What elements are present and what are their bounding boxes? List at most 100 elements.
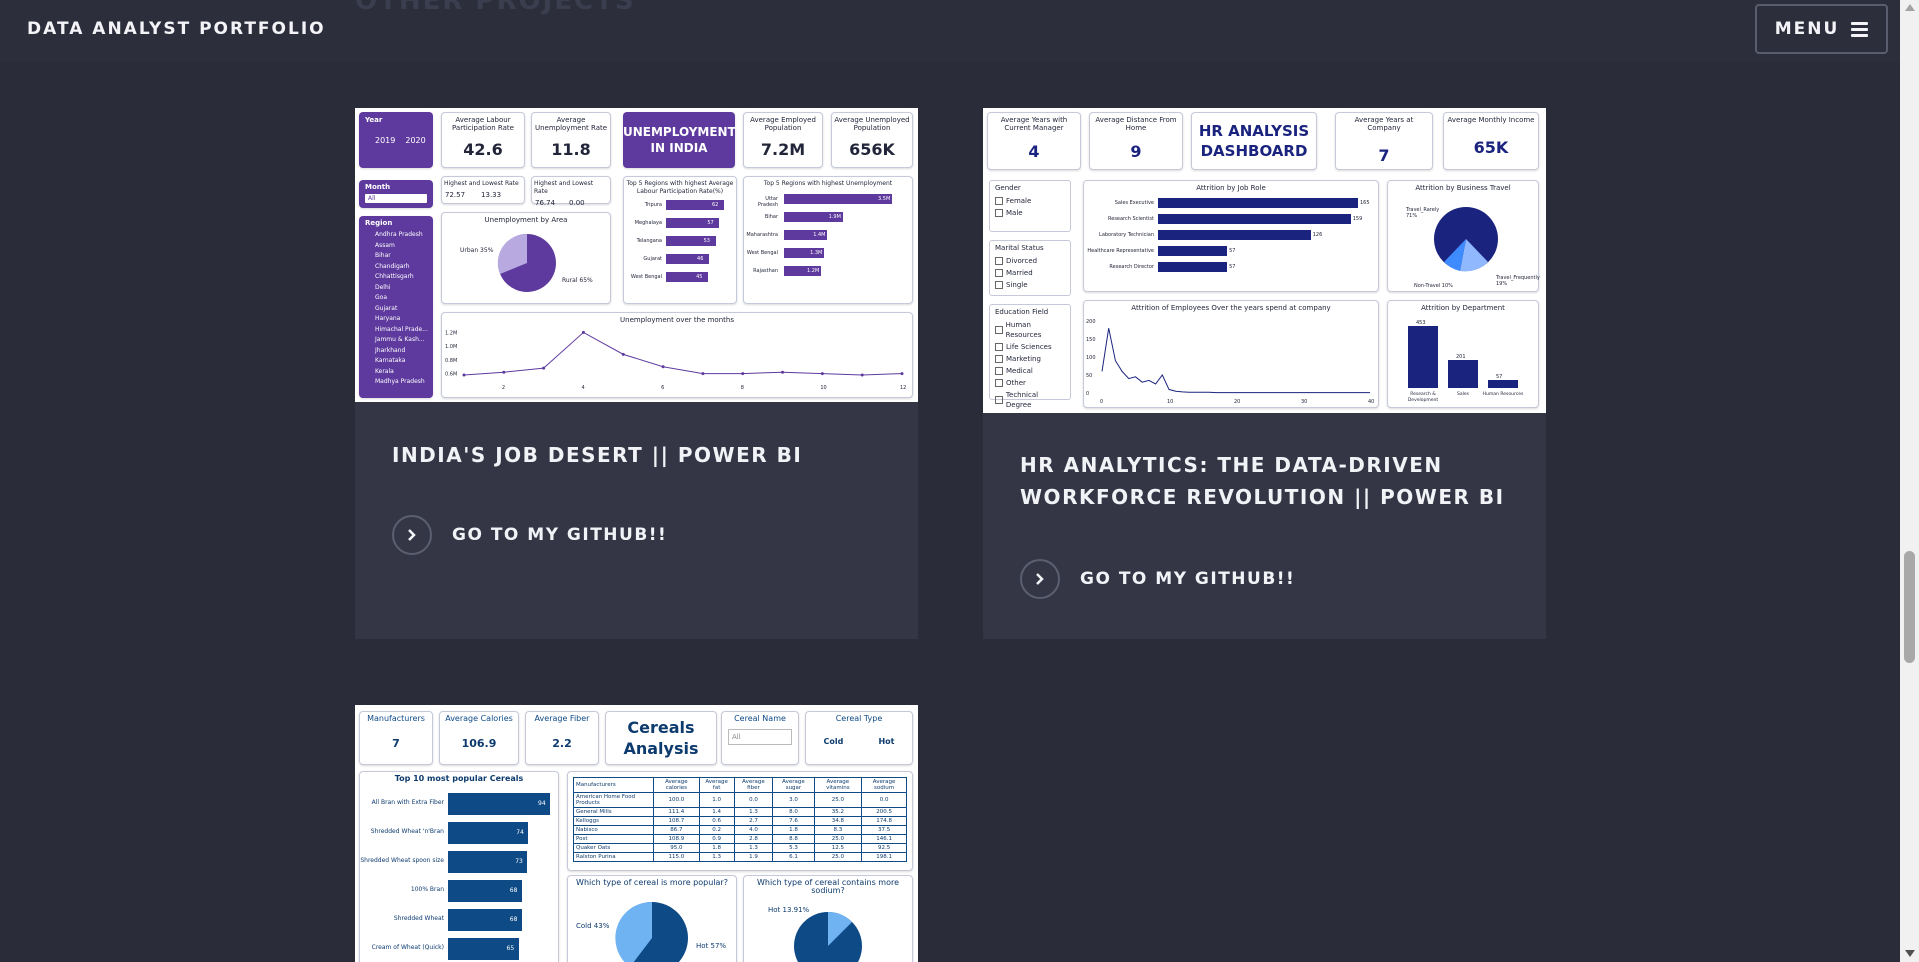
table-cell: 0.0 xyxy=(733,792,774,808)
table-header-row: Manufacturers Average calories Average fat… xyxy=(573,777,907,793)
hamburger-icon xyxy=(1851,21,1869,37)
slicer-option: Marketing xyxy=(990,353,1070,365)
x-tick-label: 2 xyxy=(502,385,505,391)
github-link[interactable]: GO TO MY GITHUB!! xyxy=(392,515,667,555)
option-label: Technical Degree xyxy=(1005,391,1039,409)
region-option: Karnataka xyxy=(375,357,406,364)
bar-label: Sales xyxy=(1457,392,1469,397)
region-option: Delhi xyxy=(375,283,391,291)
manufacturer-table-grid: Manufacturers Average calories Average fat… xyxy=(573,777,907,862)
table-cell: 37.5 xyxy=(861,825,907,835)
bar-value: 94 xyxy=(538,800,546,807)
table-cell: 115.0 xyxy=(653,852,700,862)
bar-label: Uttar Pradesh xyxy=(757,196,778,208)
gender-slicer: Gender Female Male xyxy=(989,180,1071,232)
table-cell: Kelloggs xyxy=(573,816,654,826)
project-card-cereals: Manufacturers 7 Average Calories 106.9 A… xyxy=(355,705,918,962)
checkbox xyxy=(995,355,1003,363)
x-tick-label: 10 xyxy=(820,385,826,391)
bar-label: Tripura xyxy=(644,202,662,208)
table-cell: 200.5 xyxy=(861,807,907,817)
region-option: Jammu & Kash... xyxy=(375,336,425,343)
scroll-up-icon[interactable] xyxy=(1905,4,1915,11)
bar-label: Research Director xyxy=(1109,264,1154,270)
bar-value: 53 xyxy=(703,238,710,244)
x-tick-label: 4 xyxy=(581,385,584,391)
bar xyxy=(1158,262,1228,272)
labour-high-low: Highest and Lowest Rate 72.57 13.33 xyxy=(441,176,525,204)
y-tick-label: 50 xyxy=(1086,373,1092,379)
checkbox xyxy=(995,343,1003,351)
bar xyxy=(448,793,550,815)
table-header: Manufacturers xyxy=(573,777,654,793)
page-scrollbar[interactable] xyxy=(1900,0,1919,962)
bar-value: 57 xyxy=(707,220,714,226)
bar-value: 126 xyxy=(1312,232,1323,238)
scrollbar-thumb[interactable] xyxy=(1904,551,1915,663)
kpi-manufacturers: Manufacturers 7 xyxy=(359,711,433,765)
bar-value: 201 xyxy=(1456,354,1466,361)
bar-label: Cream of Wheat (Quick) xyxy=(371,944,444,951)
menu-button[interactable]: MENU xyxy=(1755,4,1888,54)
table-cell: 0.0 xyxy=(861,792,907,808)
bar-value: 68 xyxy=(509,916,518,923)
bar-value: 73 xyxy=(515,858,523,865)
table-cell: 111.4 xyxy=(653,807,700,817)
table-cell: 2.7 xyxy=(733,816,774,826)
bar-value: 165 xyxy=(1360,200,1370,206)
india-dashboard-title: UNEMPLOYMENT IN INDIA xyxy=(623,112,736,168)
table-header: Average calories xyxy=(653,777,700,793)
bar-label: Rajasthan xyxy=(753,268,778,274)
line-point xyxy=(502,370,506,374)
table-cell: 12.5 xyxy=(813,843,863,853)
region-option: Gujarat xyxy=(375,304,398,312)
attrition-department-chart: Attrition by Department 453 Research & De… xyxy=(1387,300,1539,408)
table-cell: 8.3 xyxy=(813,825,863,835)
region-option: Chhattisgarh xyxy=(375,273,414,280)
table-row: Quaker Oats 95.0 1.8 1.3 5.3 12.5 92.5 xyxy=(573,843,907,853)
table-cell: 7.6 xyxy=(772,816,815,826)
table-cell: 108.9 xyxy=(653,834,700,844)
india-dashboard-thumbnail[interactable]: Year 2019 2020 Month All Region Andhra P… xyxy=(355,108,918,402)
checkbox xyxy=(995,281,1003,289)
project-card-india: Year 2019 2020 Month All Region Andhra P… xyxy=(355,108,918,639)
line-point xyxy=(701,372,705,376)
table-cell: 1.8 xyxy=(698,843,735,853)
table-cell: 0.2 xyxy=(698,825,735,835)
hr-dashboard-thumbnail[interactable]: Average Years with Current Manager 4 Ave… xyxy=(983,108,1546,413)
bar-value: 1.2M xyxy=(807,268,820,274)
table-row: Nabisco 86.7 0.2 4.0 1.8 8.3 37.5 xyxy=(573,825,907,835)
slicer-option: Other xyxy=(990,377,1070,389)
month-slicer: Month All xyxy=(359,180,433,208)
scroll-down-icon[interactable] xyxy=(1905,950,1915,957)
cereal-sodium-pie: Which type of cereal contains more sodiu… xyxy=(743,875,913,962)
education-field-slicer: Education Field Human Resources Life Scie… xyxy=(989,304,1071,409)
line-series xyxy=(463,331,903,376)
slicer-option: Female xyxy=(990,195,1070,207)
bar-label: Meghalaya xyxy=(634,220,662,226)
table-row: American Home Food Products 100.0 1.0 0.0 3.… xyxy=(573,792,907,808)
region-option: Goa xyxy=(375,294,387,301)
bar xyxy=(1448,360,1478,388)
brand-link[interactable]: DATA ANALYST PORTFOLIO xyxy=(27,19,326,39)
checkbox xyxy=(995,257,1003,265)
bar-label: Telangana xyxy=(636,238,662,244)
bar xyxy=(1488,380,1518,388)
project-card-hr: Average Years with Current Manager 4 Ave… xyxy=(983,108,1546,639)
checkbox xyxy=(995,379,1003,387)
checkbox xyxy=(995,197,1003,205)
line-point xyxy=(900,372,904,376)
top-regions-unemployment-chart: Top 5 Regions with highest Unemployment … xyxy=(743,176,913,304)
bar-label: Maharashtra xyxy=(746,232,778,238)
table-cell: 25.0 xyxy=(813,792,863,808)
checkbox xyxy=(995,367,1003,375)
cereals-dashboard-thumbnail[interactable]: Manufacturers 7 Average Calories 106.9 A… xyxy=(355,705,918,962)
github-link[interactable]: GO TO MY GITHUB!! xyxy=(1020,559,1295,599)
bar-label: 100% Bran xyxy=(410,886,444,893)
table-cell: 86.7 xyxy=(653,825,700,835)
kpi-employed-population: Average Employed Population 7.2M xyxy=(743,112,823,168)
table-cell: 1.4 xyxy=(698,807,735,817)
table-row: General Mills 111.4 1.4 1.3 8.0 35.2 200.5 xyxy=(573,807,907,817)
section-heading: OTHER PROJECTS xyxy=(355,0,636,16)
bar-label: West Bengal xyxy=(746,250,778,256)
